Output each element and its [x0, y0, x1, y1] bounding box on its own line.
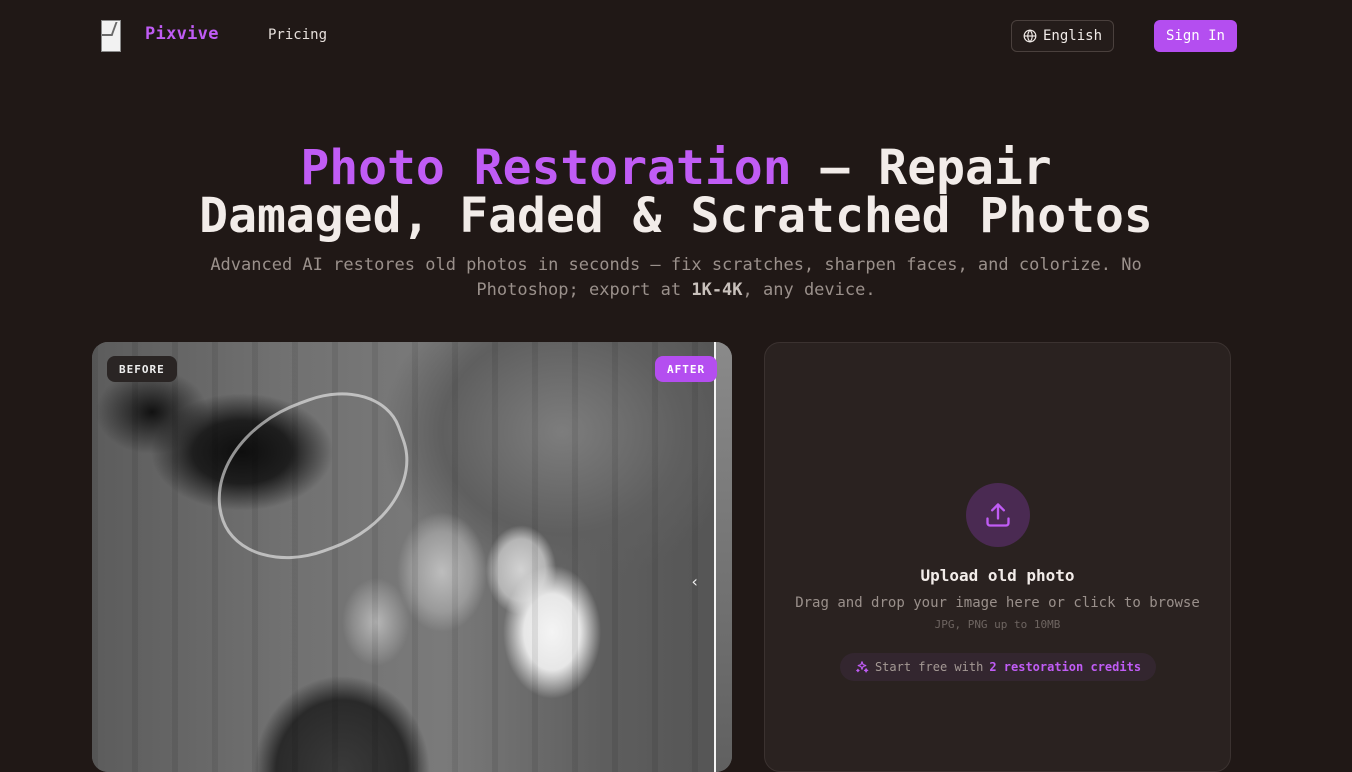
upload-description: Drag and drop your image here or click t…: [795, 595, 1200, 611]
nav-link-pricing[interactable]: Pricing: [268, 27, 327, 43]
page-title: Photo Restoration — Repair Damaged, Fade…: [0, 144, 1352, 240]
after-image-strip: [716, 342, 732, 772]
globe-icon: [1023, 29, 1037, 43]
before-badge: BEFORE: [107, 356, 177, 382]
subtitle-resolution: 1K-4K: [691, 280, 743, 300]
credits-prefix: Start free with: [874, 660, 984, 674]
chevron-left-icon[interactable]: ‹: [690, 572, 704, 592]
language-label: English: [1043, 28, 1103, 44]
credits-highlight: 2 restoration credits: [989, 660, 1142, 674]
after-badge: AFTER: [655, 356, 718, 382]
upload-formats: JPG, PNG up to 10MB: [934, 618, 1061, 631]
top-navigation: Pixvive Pricing English Sign In: [0, 0, 1352, 72]
language-selector[interactable]: English: [1011, 20, 1114, 52]
photo-texture: [92, 342, 732, 772]
page-subtitle: Advanced AI restores old photos in secon…: [176, 253, 1176, 303]
logo-image[interactable]: [101, 20, 121, 52]
upload-icon: [986, 503, 1010, 527]
free-credits-badge: Start free with 2 restoration credits: [840, 653, 1156, 681]
sign-in-button[interactable]: Sign In: [1154, 20, 1237, 52]
upload-title: Upload old photo: [920, 566, 1075, 585]
upload-dropzone[interactable]: Upload old photo Drag and drop your imag…: [764, 342, 1231, 772]
comparison-slider-handle[interactable]: [714, 342, 716, 772]
title-line-2: Damaged, Faded & Scratched Photos: [199, 188, 1153, 244]
before-after-comparison[interactable]: ‹ BEFORE AFTER: [92, 342, 732, 772]
subtitle-tail: , any device.: [742, 280, 876, 300]
upload-icon-circle[interactable]: [966, 483, 1030, 547]
sparkles-icon: [856, 661, 869, 673]
brand-name[interactable]: Pixvive: [145, 24, 219, 44]
subtitle-text: Advanced AI restores old photos in secon…: [210, 255, 1142, 300]
